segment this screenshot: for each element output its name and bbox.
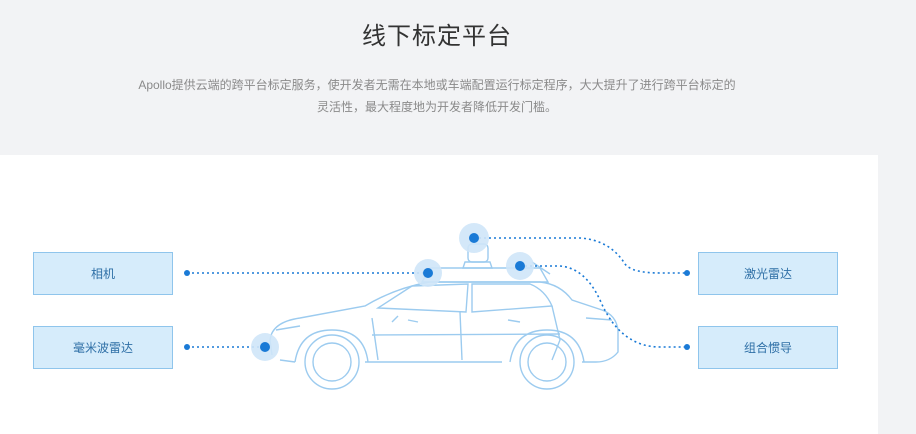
ins-hotspot[interactable] (506, 252, 534, 280)
radar-line-end-dot (184, 344, 190, 350)
car-outline (269, 243, 619, 390)
lidar-hotspot[interactable] (459, 223, 489, 253)
lidar-label-box[interactable]: 激光雷达 (698, 252, 838, 295)
mmw-radar-label: 毫米波雷达 (72, 341, 133, 355)
ins-label-box[interactable]: 组合惯导 (698, 326, 838, 369)
lidar-line-end-dot (684, 270, 690, 276)
ins-label: 组合惯导 (743, 341, 792, 355)
leader-lines (187, 237, 687, 348)
ins-line-end-dot (684, 344, 690, 350)
camera-label: 相机 (90, 267, 115, 281)
camera-line-end-dot (184, 270, 190, 276)
mmw-radar-label-box[interactable]: 毫米波雷达 (33, 326, 173, 369)
radar-hotspot[interactable] (251, 333, 279, 361)
camera-label-box[interactable]: 相机 (33, 252, 173, 295)
lidar-label: 激光雷达 (743, 267, 792, 281)
camera-hotspot[interactable] (414, 259, 442, 287)
